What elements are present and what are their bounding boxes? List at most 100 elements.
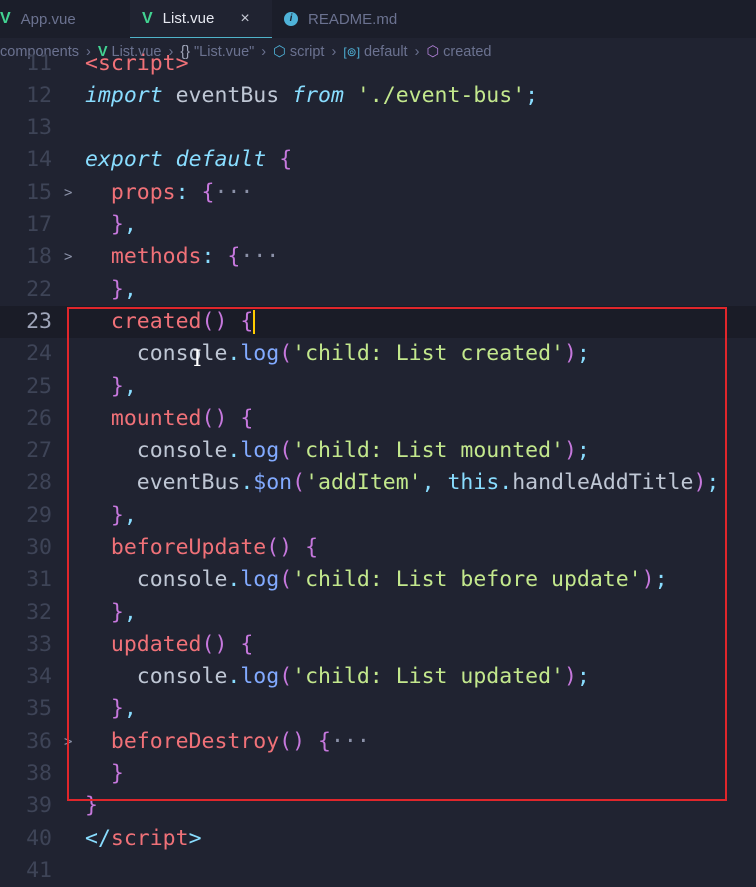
code-token-br: () [201,405,228,431]
code-token-id: handleAddTitle [512,470,694,496]
tab-app-vue[interactable]: V App.vue [0,0,130,38]
code-line[interactable]: 17 }, [0,209,756,241]
code-token-kw: export [85,147,163,173]
code-line[interactable]: 36 > beforeDestroy() {··· [0,726,756,758]
code-text: console.log('child: List created'); [85,338,590,370]
code-line[interactable]: 15 > props: {··· [0,177,756,209]
code-token-id [266,147,279,172]
code-token-id [85,244,111,269]
line-number: 30 [26,535,52,560]
code-token-pun: . [227,341,241,367]
caret [253,309,256,334]
code-text: console.log('child: List before update')… [85,564,668,596]
code-token-br: ( [279,567,293,593]
line-number: 34 [26,664,52,690]
code-line[interactable]: 18 > methods: {··· [0,241,756,273]
code-token-id [85,535,111,560]
code-token-id [292,535,305,560]
code-token-id: console [85,567,228,593]
code-line[interactable]: 23 created() { [0,305,756,339]
fold-chevron-icon[interactable]: > [64,177,72,209]
code-line[interactable]: 41 [0,855,756,887]
code-token-id [85,309,111,334]
code-line[interactable]: 14 export default { [0,144,756,176]
code-line[interactable]: 11 <script> [0,48,756,80]
code-token-id [305,729,318,754]
code-token-str: 'addItem' [305,470,422,496]
code-line[interactable]: 34 console.log('child: List updated'); [0,661,756,693]
code-token-pun: , [123,373,137,399]
code-text: props: {··· [85,177,253,209]
code-token-id: eventBus [162,82,293,108]
code-token-prop: methods [110,244,202,270]
code-line[interactable]: 32 }, [0,597,756,629]
code-token-pun: : [201,244,228,270]
code-text: }, [85,274,137,306]
code-text: eventBus.$on('addItem', this.handleAddTi… [85,467,720,499]
code-line[interactable]: 31 console.log('child: List before updat… [0,564,756,596]
code-token-id: eventBus [85,470,241,496]
code-token-meth: $on [253,470,293,496]
code-line[interactable]: 27 console.log('child: List mounted'); [0,435,756,467]
code-token-dots: ··· [214,179,254,205]
line-number: 39 [26,793,52,819]
code-token-kw: default [175,147,267,173]
code-token-br: { [240,405,254,431]
code-line[interactable]: 26 mounted() { [0,403,756,435]
code-text: console.log('child: List updated'); [85,661,590,693]
line-number: 11 [26,50,52,76]
code-token-pun: . [227,664,241,690]
code-line[interactable]: 33 updated() { [0,629,756,661]
code-token-id [85,406,111,431]
line-number: 13 [26,115,52,141]
line-number: 29 [26,502,52,528]
tab-label: List.vue [162,10,215,27]
line-number: 27 [26,438,52,464]
code-line[interactable]: 25 }, [0,371,756,403]
line-number: 31 [26,567,52,593]
code-line[interactable]: 35 }, [0,693,756,725]
line-number: 17 [26,212,52,238]
code-token-id [85,212,111,237]
code-token-meth: log [240,341,280,367]
tab-readme[interactable]: i README.md [272,0,409,38]
fold-chevron-icon[interactable]: > [64,241,72,273]
code-line[interactable]: 24 console.log('child: List created'); [0,338,756,370]
code-text: beforeUpdate() { [85,532,318,564]
line-number: 15 [26,179,52,205]
code-token-tag: <script> [85,50,189,76]
code-text: } [85,790,98,822]
code-token-pun: ; [706,470,720,496]
code-editor[interactable]: 11 <script> 12 import eventBus from './even… [0,48,756,887]
code-line[interactable]: 29 }, [0,500,756,532]
code-line[interactable]: 39} [0,790,756,822]
code-token-br: () [201,308,228,334]
code-token-id [85,600,111,625]
code-line[interactable]: 40 </script> [0,823,756,855]
code-token-dots: ··· [240,244,280,270]
code-token-pun: ; [654,567,668,593]
code-token-kw: from [292,82,344,108]
code-token-pun: . [227,438,241,464]
code-token-meth: log [240,567,280,593]
code-line[interactable]: 38 } [0,758,756,790]
code-token-br: () [279,728,306,754]
code-token-br: { [305,535,319,560]
line-number: 40 [26,825,52,851]
code-text: } [85,758,124,790]
tab-list-vue[interactable]: V List.vue × [130,0,272,38]
fold-chevron-icon[interactable]: > [64,726,72,758]
code-text: import eventBus from './event-bus'; [85,80,538,112]
close-icon[interactable]: × [240,10,249,28]
code-token-fn: beforeDestroy [110,728,280,754]
code-token-meth: log [240,438,280,464]
code-line[interactable]: 12 import eventBus from './event-bus'; [0,80,756,112]
line-number: 25 [26,373,52,399]
code-line[interactable]: 28 eventBus.$on('addItem', this.handleAd… [0,467,756,499]
code-token-id [163,147,176,172]
code-token-id: console [85,341,228,367]
code-line[interactable]: 22 }, [0,274,756,306]
code-line[interactable]: 30 beforeUpdate() { [0,532,756,564]
code-line[interactable]: 13 [0,112,756,144]
code-text: }, [85,693,137,725]
